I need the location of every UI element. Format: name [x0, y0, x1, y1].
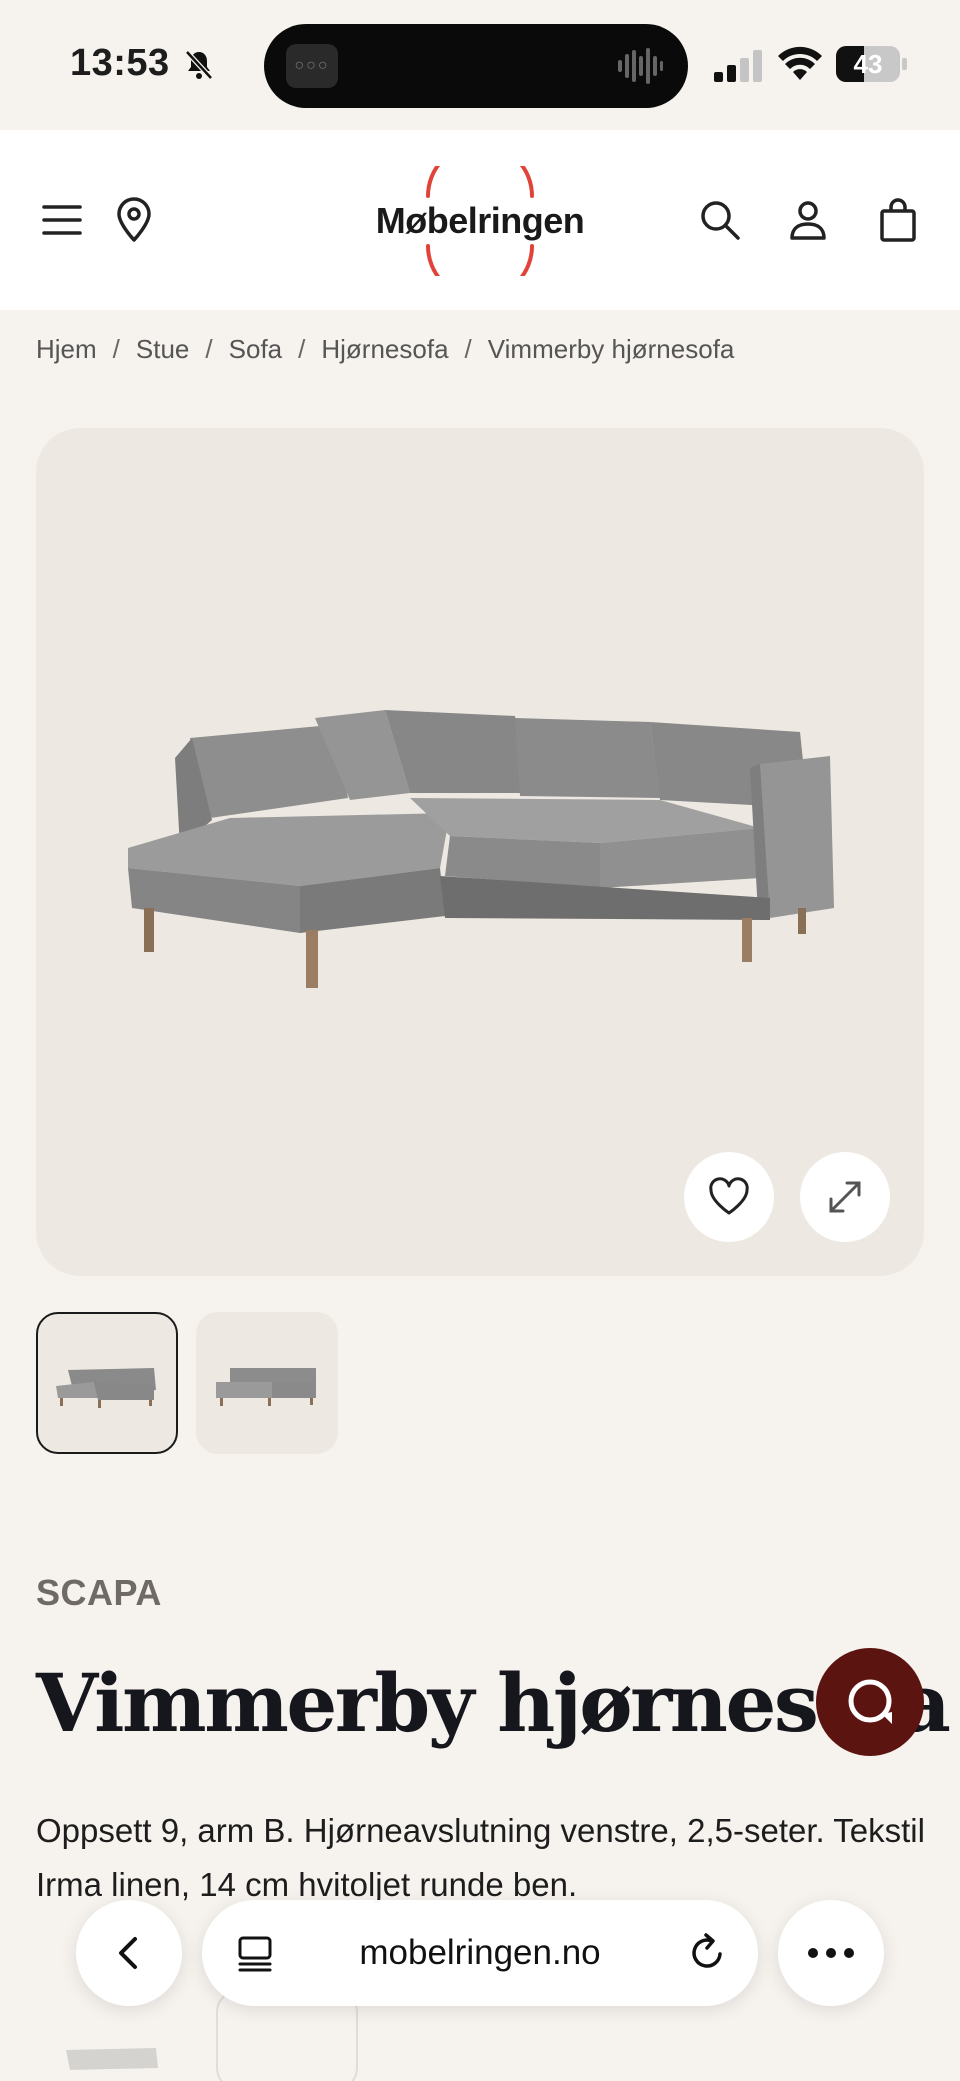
heart-icon — [709, 1177, 749, 1215]
address-bar[interactable]: mobelringen.no — [202, 1900, 758, 2006]
thumbnail-2[interactable] — [196, 1312, 338, 1454]
island-app-icon: ○○○ — [286, 44, 338, 88]
back-button[interactable] — [76, 1900, 182, 2006]
back-icon — [119, 1937, 137, 1969]
battery-percent: 43 — [853, 49, 883, 79]
status-time: 13:53 — [70, 42, 170, 84]
browser-toolbar: mobelringen.no — [0, 1880, 960, 2030]
status-bar: 13:53 ○○○ 43 — [0, 0, 960, 130]
breadcrumb-separator: / — [112, 334, 120, 364]
breadcrumb-separator: / — [298, 334, 306, 364]
breadcrumb-item-stue[interactable]: Stue — [136, 334, 190, 365]
corner-sofa-image — [128, 710, 834, 988]
chat-button[interactable] — [816, 1648, 924, 1756]
bell-muted-icon — [185, 50, 213, 80]
more-button[interactable] — [778, 1900, 884, 2006]
site-header: Møbelringen — [0, 130, 960, 310]
audio-wave-icon — [618, 48, 663, 84]
product-title: Vimmerby hjørnesofa — [36, 1656, 951, 1750]
breadcrumb-item-sofa[interactable]: Sofa — [229, 334, 283, 365]
breadcrumb-separator: / — [205, 334, 213, 364]
chat-icon — [848, 1679, 892, 1724]
cart-icon[interactable] — [874, 196, 922, 244]
favorite-button[interactable] — [684, 1152, 774, 1242]
reload-icon[interactable] — [686, 1932, 728, 1974]
battery-indicator: 43 — [836, 46, 908, 82]
product-brand[interactable]: SCAPA — [36, 1572, 162, 1614]
dynamic-island: ○○○ — [264, 24, 688, 108]
breadcrumb-separator: / — [464, 334, 472, 364]
product-image-main[interactable] — [36, 428, 924, 1276]
sofa-thumbnail-image — [56, 1368, 156, 1408]
breadcrumb-item-hjem[interactable]: Hjem — [36, 334, 97, 365]
breadcrumb-item-hjornesofa[interactable]: Hjørnesofa — [321, 334, 448, 365]
account-icon[interactable] — [784, 196, 832, 244]
expand-icon — [829, 1181, 861, 1213]
thumbnail-1[interactable] — [36, 1312, 178, 1454]
more-icon — [808, 1948, 854, 1958]
breadcrumb: Hjem / Stue / Sofa / Hjørnesofa / Vimmerby hjørn… — [36, 334, 734, 365]
wifi-icon — [778, 46, 822, 80]
search-icon[interactable] — [696, 196, 744, 244]
menu-icon[interactable] — [38, 196, 86, 244]
location-pin-icon[interactable] — [110, 196, 158, 244]
site-logo[interactable]: Møbelringen — [360, 166, 600, 276]
sofa-thumbnail-image — [216, 1368, 316, 1406]
expand-image-button[interactable] — [800, 1152, 890, 1242]
breadcrumb-item-current: Vimmerby hjørnesofa — [487, 334, 735, 364]
cellular-signal-icon — [714, 50, 762, 82]
logo-text: Møbelringen — [375, 200, 585, 241]
url-text[interactable]: mobelringen.no — [202, 1900, 758, 2006]
